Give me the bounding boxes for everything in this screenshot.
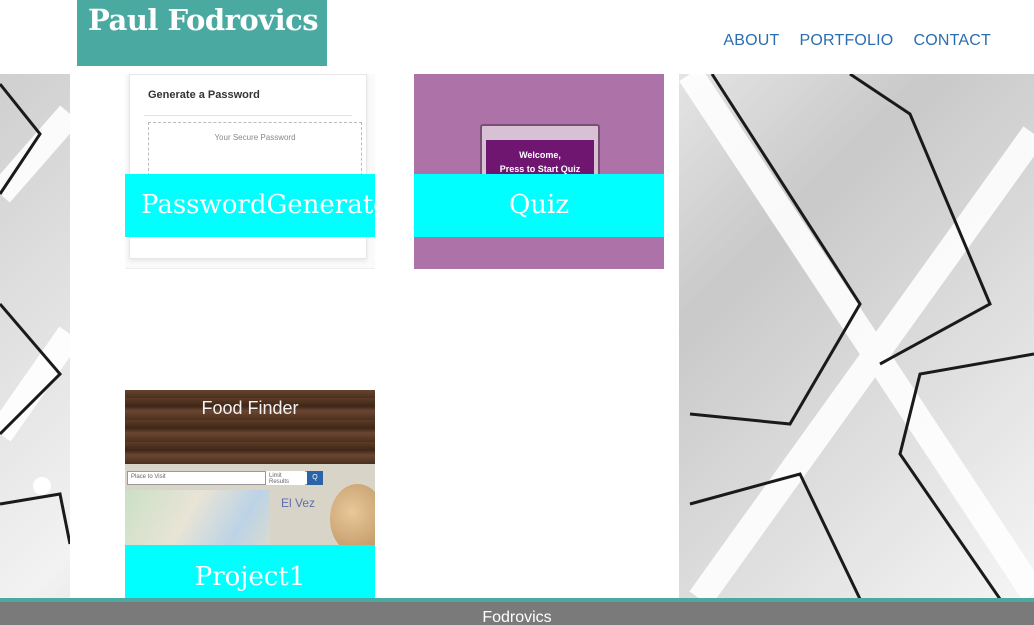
brand-logo[interactable]: Paul Fodrovics <box>77 0 327 66</box>
portfolio-panel: Generate a Password Your Secure Password… <box>70 74 679 599</box>
preview-title: Generate a Password <box>148 89 260 101</box>
search-icon: Q <box>307 471 323 485</box>
bread-image <box>330 484 375 554</box>
project-label[interactable]: Project1 <box>125 545 375 599</box>
food-finder-banner: Food Finder <box>125 390 375 464</box>
site-header: Paul Fodrovics ABOUT PORTFOLIO CONTACT <box>0 0 1034 74</box>
preview-divider <box>144 115 352 116</box>
main-nav: ABOUT PORTFOLIO CONTACT <box>723 32 991 50</box>
site-footer: Fodrovics <box>0 598 1034 625</box>
nav-link-portfolio[interactable]: PORTFOLIO <box>799 32 893 50</box>
nav-link-contact[interactable]: CONTACT <box>913 32 991 50</box>
food-finder-limit: Limit Results <box>265 471 305 485</box>
nav-link-about[interactable]: ABOUT <box>723 32 779 50</box>
project-card-password-generator[interactable]: Generate a Password Your Secure Password… <box>125 74 375 269</box>
food-finder-place: El Vez <box>281 496 316 510</box>
project-label[interactable]: Quiz <box>414 174 664 237</box>
project-label[interactable]: PasswordGenerator <box>125 174 375 237</box>
food-finder-title: Food Finder <box>201 398 299 418</box>
project-card-project1[interactable]: Food Finder Place to Visit Limit Results… <box>125 390 375 599</box>
footer-text: Fodrovics <box>482 609 552 625</box>
preview-hint: Your Secure Password <box>214 133 296 142</box>
brand-name: Paul Fodrovics <box>88 3 319 37</box>
quiz-preview-line1: Welcome, <box>519 150 561 160</box>
project-card-quiz[interactable]: Welcome, Press to Start Quiz Quiz <box>414 74 664 269</box>
